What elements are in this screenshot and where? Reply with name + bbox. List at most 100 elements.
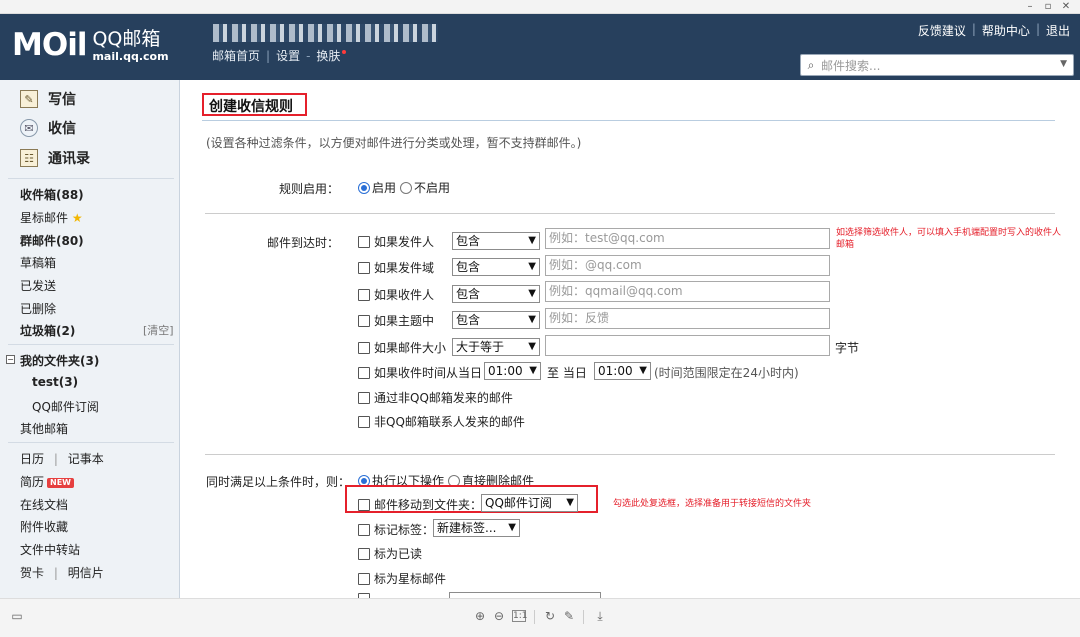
time-to-value: 01:00 [598, 364, 633, 378]
sender-op-value: 包含 [456, 234, 481, 248]
rule-editor: 创建收信规则 (设置各种过滤条件，以方便对邮件进行分类或处理，暂不支持群邮件。)… [181, 80, 1068, 598]
zoom-in-icon[interactable]: ⊕ [473, 609, 487, 623]
move-folder-value: QQ邮件订阅 [485, 496, 552, 510]
cond-recipient: 如果收件人 [358, 286, 434, 303]
cond-recipient-label: 如果收件人 [374, 288, 435, 302]
subject-checkbox[interactable] [358, 314, 370, 327]
section-divider [205, 454, 1055, 455]
mail-header: MOil QQ邮箱 mail.qq.com 邮箱首页 | 设置 - 换肤 反馈建… [0, 14, 1080, 80]
cond-size-label: 如果邮件大小 [374, 341, 447, 355]
viewer-toolbar: ▭ ⊕ ⊖ 1:1 ↻ ✎ ⤓ [0, 598, 1080, 637]
qqmail-logo[interactable]: MOil QQ邮箱 mail.qq.com [12, 28, 169, 63]
sender-op-select[interactable]: 包含 ▼ [452, 232, 540, 250]
compose-button[interactable]: ✎ 写信 [20, 89, 76, 109]
time-from-value: 01:00 [488, 364, 523, 378]
close-icon[interactable]: ✕ [1058, 0, 1074, 14]
nav-home-link[interactable]: 邮箱首页 [212, 47, 260, 64]
tag-value: 新建标签... [437, 521, 497, 535]
sidebar-item-folder-test[interactable]: test(3) [32, 375, 78, 389]
contacts-button[interactable]: ☷ 通讯录 [20, 148, 90, 168]
time-from-select[interactable]: 01:00 ▼ [484, 362, 541, 380]
sidebar-item-calendar-notes: 日历 | 记事本 [20, 452, 104, 466]
receive-button[interactable]: ✉ 收信 [20, 118, 76, 138]
size-op-select[interactable]: 大于等于 ▼ [452, 338, 540, 356]
actual-size-icon[interactable]: 1:1 [512, 610, 527, 622]
zoom-out-icon[interactable]: ⊖ [492, 609, 506, 623]
move-label: 邮件移动到文件夹： [374, 498, 483, 512]
domain-input[interactable]: 例如：@qq.com [545, 255, 830, 276]
move-checkbox[interactable] [358, 498, 370, 511]
nav-skin-link[interactable]: 换肤 [316, 47, 340, 64]
collapse-icon[interactable]: − [6, 355, 15, 364]
panel-toggle-icon[interactable]: ▭ [10, 609, 24, 623]
nav-settings-link[interactable]: 设置 [276, 47, 300, 64]
sidebar-item-spam[interactable]: 垃圾箱(2) [20, 322, 75, 339]
sidebar: ✎ 写信 ✉ 收信 ☷ 通讯录 收件箱(88) 星标邮件 ★ 群邮件(80) 草… [0, 80, 180, 598]
time-checkbox[interactable] [358, 366, 370, 379]
mark-read-label: 标为已读 [374, 547, 423, 561]
edit-pen-icon[interactable]: ✎ [562, 609, 576, 623]
feedback-link[interactable]: 反馈建议 [918, 22, 966, 39]
sidebar-item-folder-subscription[interactable]: QQ邮件订阅 [32, 398, 99, 415]
sender-input[interactable]: 例如：test@qq.com [545, 228, 830, 249]
non-contact-checkbox[interactable] [358, 415, 370, 428]
notes-link[interactable]: 记事本 [68, 452, 104, 466]
domain-op-select[interactable]: 包含 ▼ [452, 258, 540, 276]
mail-search-input[interactable]: ⌕ 邮件搜索... ▼ [800, 54, 1074, 76]
sidebar-item-docs[interactable]: 在线文档 [20, 496, 68, 513]
subject-op-select[interactable]: 包含 ▼ [452, 311, 540, 329]
notification-dot [342, 49, 347, 54]
recipient-input[interactable]: 例如：qqmail@qq.com [545, 281, 830, 302]
recipient-op-select[interactable]: 包含 ▼ [452, 285, 540, 303]
divider [8, 442, 174, 443]
chevron-down-icon[interactable]: ▼ [1060, 59, 1067, 69]
cond-non-contact-label: 非QQ邮箱联系人发来的邮件 [374, 415, 525, 429]
recipient-placeholder: 例如：qqmail@qq.com [549, 284, 683, 298]
rotate-icon[interactable]: ↻ [543, 609, 557, 623]
help-link[interactable]: 帮助中心 [982, 22, 1030, 39]
enable-on-radio[interactable] [358, 181, 370, 194]
sidebar-item-drafts[interactable]: 草稿箱 [20, 254, 56, 271]
recipient-checkbox[interactable] [358, 288, 370, 301]
postcard-link[interactable]: 明信片 [68, 566, 104, 580]
tag-checkbox[interactable] [358, 523, 370, 536]
sidebar-item-group[interactable]: 群邮件(80) [20, 232, 84, 249]
download-icon[interactable]: ⤓ [593, 609, 607, 624]
non-qq-checkbox[interactable] [358, 391, 370, 404]
address-book-icon: ☷ [20, 149, 38, 167]
card-link[interactable]: 贺卡 [20, 566, 44, 580]
sidebar-item-resume[interactable]: 简历 NEW [20, 473, 74, 490]
sidebar-item-transfer[interactable]: 文件中转站 [20, 541, 80, 558]
minimize-icon[interactable]: – [1022, 0, 1038, 14]
sidebar-item-starred[interactable]: 星标邮件 ★ [20, 209, 83, 226]
toolbar-divider [534, 610, 535, 624]
size-checkbox[interactable] [358, 341, 370, 354]
logout-link[interactable]: 退出 [1046, 22, 1070, 39]
enable-off-radio[interactable] [400, 181, 413, 194]
sidebar-item-sent[interactable]: 已发送 [20, 277, 56, 294]
sidebar-item-cards: 贺卡 | 明信片 [20, 566, 104, 580]
time-to-select[interactable]: 01:00 ▼ [594, 362, 651, 380]
cond-sender: 如果发件人 [358, 233, 434, 250]
tag-select[interactable]: 新建标签... ▼ [433, 519, 520, 537]
page-title: 创建收信规则 [209, 99, 293, 115]
move-folder-select[interactable]: QQ邮件订阅 ▼ [481, 494, 578, 512]
sidebar-item-my-folders[interactable]: 我的文件夹(3) [20, 352, 99, 369]
sidebar-item-inbox[interactable]: 收件箱(88) [20, 186, 84, 203]
maximize-icon[interactable]: ▫ [1040, 0, 1056, 14]
sidebar-item-deleted[interactable]: 已删除 [20, 300, 56, 317]
clear-spam-link[interactable]: [清空] [143, 322, 174, 338]
when-all-label: 同时满足以上条件时，则： [206, 475, 351, 489]
subject-input[interactable]: 例如：反馈 [545, 308, 830, 329]
mark-star-checkbox[interactable] [358, 572, 370, 585]
sidebar-item-other-mailbox[interactable]: 其他邮箱 [20, 420, 68, 437]
mark-read-checkbox[interactable] [358, 547, 370, 560]
enable-on-label: 启用 [372, 181, 397, 195]
logo-domain: mail.qq.com [92, 50, 169, 63]
size-input[interactable] [545, 335, 830, 356]
calendar-link[interactable]: 日历 [20, 452, 44, 466]
sender-checkbox[interactable] [358, 235, 370, 248]
sidebar-item-attachments[interactable]: 附件收藏 [20, 518, 68, 535]
pen-icon: ✎ [20, 90, 38, 108]
domain-checkbox[interactable] [358, 261, 370, 274]
